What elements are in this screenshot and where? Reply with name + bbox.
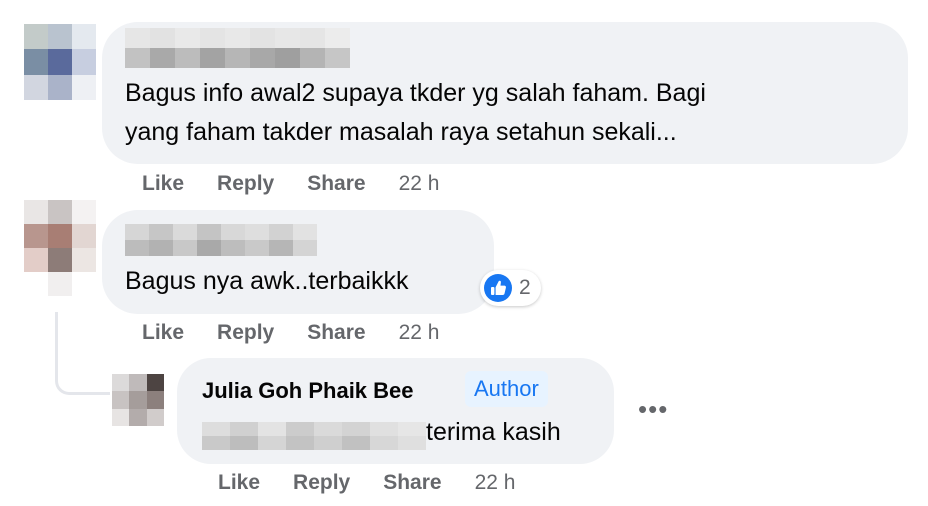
reaction-count: 2 xyxy=(519,276,531,299)
share-button[interactable]: Share xyxy=(307,172,365,196)
reply-button[interactable]: Reply xyxy=(217,172,274,196)
avatar[interactable] xyxy=(24,200,96,296)
like-button[interactable]: Like xyxy=(142,321,184,345)
comment-text-line-2: yang faham takder masalah raya setahun s… xyxy=(125,118,677,146)
share-button[interactable]: Share xyxy=(383,471,441,495)
comment-actions: Like Reply Share 22 h xyxy=(142,172,439,196)
reply-author-name[interactable]: Julia Goh Phaik Bee xyxy=(202,378,414,404)
reply-actions: Like Reply Share 22 h xyxy=(218,471,515,495)
blurred-commenter-name[interactable] xyxy=(125,28,350,68)
more-options-icon[interactable]: ••• xyxy=(638,394,668,425)
avatar[interactable] xyxy=(24,24,96,100)
like-button[interactable]: Like xyxy=(142,172,184,196)
timestamp[interactable]: 22 h xyxy=(399,321,440,345)
reply-button[interactable]: Reply xyxy=(217,321,274,345)
share-button[interactable]: Share xyxy=(307,321,365,345)
reaction-summary[interactable]: 2 xyxy=(480,270,541,306)
avatar[interactable] xyxy=(112,374,164,426)
blurred-mention[interactable] xyxy=(202,422,426,450)
blurred-commenter-name[interactable] xyxy=(125,224,317,256)
comment-actions: Like Reply Share 22 h xyxy=(142,321,439,345)
reply-text: terima kasih xyxy=(426,418,561,446)
timestamp[interactable]: 22 h xyxy=(475,471,516,495)
timestamp[interactable]: 22 h xyxy=(399,172,440,196)
thumbs-up-icon xyxy=(483,273,513,303)
reply-thread-line xyxy=(55,312,110,395)
author-badge: Author xyxy=(465,371,548,407)
comment-text: Bagus nya awk..terbaikkk xyxy=(125,267,409,295)
comment-text-line-1: Bagus info awal2 supaya tkder yg salah f… xyxy=(125,79,706,107)
reply-button[interactable]: Reply xyxy=(293,471,350,495)
like-button[interactable]: Like xyxy=(218,471,260,495)
